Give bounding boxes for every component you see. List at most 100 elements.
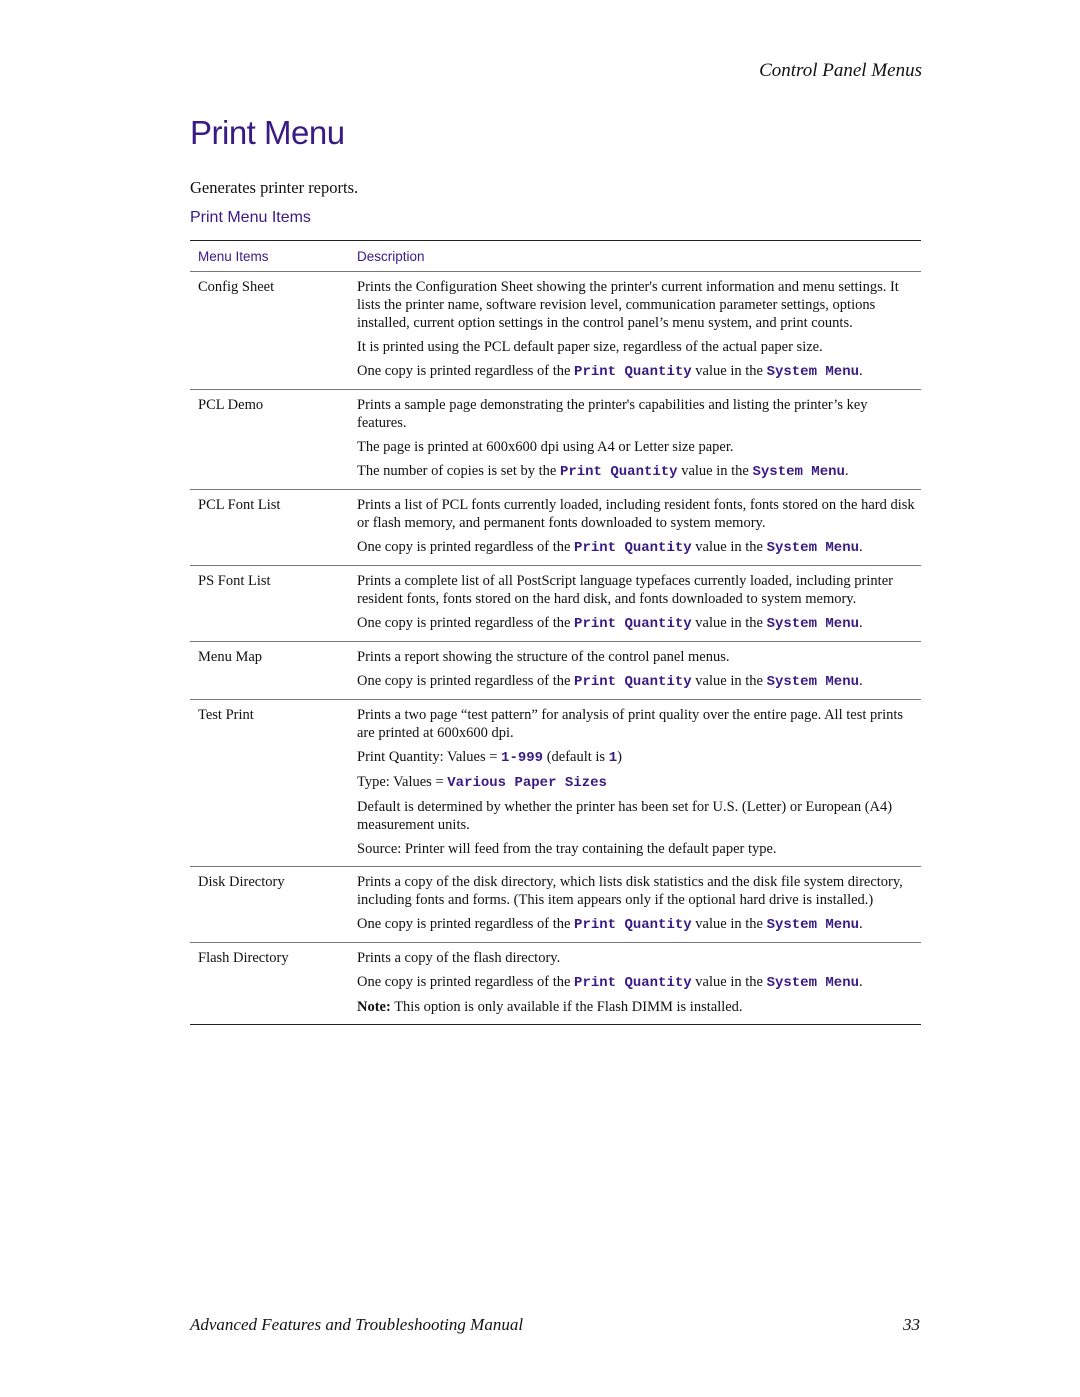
- menu-item-name: Config Sheet: [198, 279, 275, 295]
- text-segment: Type: Values =: [357, 774, 448, 790]
- text-segment: value in the: [691, 363, 767, 379]
- text-segment: .: [859, 673, 863, 689]
- text-segment: One copy is printed regardless of the: [357, 916, 575, 932]
- menu-item-name: Flash Directory: [198, 950, 289, 966]
- menu-value-code: System Menu: [766, 540, 859, 556]
- text-segment: value in the: [691, 615, 767, 631]
- text-segment: ): [617, 749, 622, 765]
- menu-value-code: System Menu: [766, 674, 859, 690]
- description-paragraph: One copy is printed regardless of the Pr…: [357, 973, 917, 992]
- table-header: Menu Items Description: [190, 241, 921, 272]
- menu-value-code: Print Quantity: [574, 674, 692, 690]
- table-row: Config Sheet Prints the Configuration She…: [190, 272, 921, 389]
- table-row: PCL Demo Prints a sample page demonstrati…: [190, 389, 921, 489]
- description-paragraph: Prints a copy of the disk directory, whi…: [357, 873, 917, 909]
- table-row: Disk Directory Prints a copy of the disk …: [190, 866, 921, 942]
- page-number: 33: [903, 1315, 920, 1334]
- note-label: Note:: [357, 999, 391, 1015]
- text-segment: value in the: [691, 673, 767, 689]
- menu-value-code: Print Quantity: [574, 616, 692, 632]
- menu-value-code: Print Quantity: [559, 464, 678, 480]
- menu-item-description: Prints a complete list of all PostScript…: [357, 572, 921, 633]
- text-segment: .: [859, 615, 863, 631]
- text-segment: Prints a sample page demonstrating the p…: [357, 397, 868, 431]
- menu-value-code: System Menu: [766, 917, 859, 933]
- footer-manual-title: Advanced Features and Troubleshooting Ma…: [190, 1315, 524, 1334]
- description-paragraph: Prints the Configuration Sheet showing t…: [357, 278, 917, 332]
- text-segment: The number of copies is set by the: [357, 463, 560, 479]
- table-body: Config Sheet Prints the Configuration She…: [190, 272, 921, 1024]
- running-header: Control Panel Menus: [759, 60, 922, 81]
- menu-value-code: Print Quantity: [574, 540, 692, 556]
- table-row: PCL Font List Prints a list of PCL fonts …: [190, 489, 921, 565]
- text-segment: value in the: [691, 916, 767, 932]
- text-segment: One copy is printed regardless of the: [357, 539, 575, 555]
- intro-text: Generates printer reports.: [190, 178, 359, 197]
- description-paragraph: One copy is printed regardless of the Pr…: [357, 362, 917, 381]
- table-row: Menu Map Prints a report showing the stru…: [190, 641, 921, 699]
- table-row: Test Print Prints a two page “test patter…: [190, 699, 921, 866]
- description-paragraph: Default is determined by whether the pri…: [357, 798, 917, 834]
- menu-item-description: Prints a sample page demonstrating the p…: [357, 396, 921, 481]
- text-segment: One copy is printed regardless of the: [357, 363, 575, 379]
- text-segment: Prints a complete list of all PostScript…: [357, 573, 893, 607]
- menu-value-code: Print Quantity: [574, 364, 692, 380]
- description-paragraph: Note: This option is only available if t…: [357, 998, 917, 1016]
- text-segment: Prints a copy of the flash directory.: [357, 950, 561, 966]
- menu-item-description: Prints a copy of the flash directory. One…: [357, 949, 921, 1016]
- description-paragraph: Print Quantity: Values = 1-999 (default …: [357, 748, 917, 767]
- print-menu-table: Menu Items Description Config Sheet Print…: [190, 240, 921, 1025]
- menu-item-description: Prints a copy of the disk directory, whi…: [357, 873, 921, 934]
- table-row: PS Font List Prints a complete list of al…: [190, 565, 921, 641]
- menu-value-code: System Menu: [752, 464, 845, 480]
- menu-value-code: Various Paper Sizes: [447, 775, 607, 791]
- text-segment: .: [859, 916, 863, 932]
- text-segment: .: [844, 463, 849, 479]
- text-segment: Source: Printer will feed from the tray …: [357, 841, 777, 857]
- description-paragraph: The number of copies is set by the Print…: [357, 462, 917, 481]
- text-segment: It is printed using the PCL default pape…: [357, 339, 823, 355]
- text-segment: Prints a two page “test pattern” for ana…: [357, 707, 904, 741]
- description-paragraph: Source: Printer will feed from the tray …: [357, 840, 917, 858]
- menu-value-code: System Menu: [766, 364, 859, 380]
- description-paragraph: The page is printed at 600x600 dpi using…: [357, 438, 917, 456]
- text-segment: .: [859, 363, 863, 379]
- text-segment: One copy is printed regardless of the: [357, 673, 575, 689]
- menu-value-code: System Menu: [766, 616, 859, 632]
- description-paragraph: It is printed using the PCL default pape…: [357, 338, 917, 356]
- text-segment: One copy is printed regardless of the: [357, 974, 575, 990]
- text-segment: This option is only available if the Fla…: [390, 999, 743, 1015]
- text-segment: (default is: [543, 749, 609, 765]
- menu-value-code: 1: [608, 750, 618, 766]
- menu-value-code: System Menu: [766, 975, 859, 991]
- menu-item-description: Prints a report showing the structure of…: [357, 648, 921, 691]
- menu-item-name: Test Print: [198, 707, 254, 723]
- page-title: Print Menu: [190, 114, 345, 151]
- menu-item-description: Prints a list of PCL fonts currently loa…: [357, 496, 921, 557]
- text-segment: .: [859, 539, 863, 555]
- text-segment: Default is determined by whether the pri…: [357, 799, 893, 833]
- text-segment: Prints a report showing the structure of…: [357, 649, 730, 665]
- menu-item-name: PS Font List: [198, 573, 271, 589]
- text-segment: value in the: [691, 539, 767, 555]
- text-segment: Prints a copy of the disk directory, whi…: [357, 874, 903, 908]
- description-paragraph: Prints a complete list of all PostScript…: [357, 572, 917, 608]
- menu-item-name: PCL Demo: [198, 397, 264, 413]
- description-paragraph: Prints a two page “test pattern” for ana…: [357, 706, 917, 742]
- column-header-menu-items: Menu Items: [198, 248, 269, 264]
- table-row: Flash Directory Prints a copy of the flas…: [190, 942, 921, 1024]
- menu-value-code: 1-999: [501, 750, 544, 766]
- section-subtitle: Print Menu Items: [190, 209, 311, 226]
- description-paragraph: Prints a copy of the flash directory.: [357, 949, 917, 967]
- description-paragraph: Prints a sample page demonstrating the p…: [357, 396, 917, 432]
- menu-item-description: Prints the Configuration Sheet showing t…: [357, 278, 921, 381]
- text-segment: value in the: [677, 463, 753, 479]
- description-paragraph: Type: Values = Various Paper Sizes: [357, 773, 917, 792]
- text-segment: Prints the Configuration Sheet showing t…: [357, 279, 899, 331]
- column-header-description: Description: [357, 248, 425, 264]
- text-segment: .: [859, 974, 863, 990]
- text-segment: Prints a list of PCL fonts currently loa…: [357, 497, 915, 531]
- description-paragraph: One copy is printed regardless of the Pr…: [357, 915, 917, 934]
- description-paragraph: One copy is printed regardless of the Pr…: [357, 614, 917, 633]
- text-segment: The page is printed at 600x600 dpi using…: [357, 439, 734, 455]
